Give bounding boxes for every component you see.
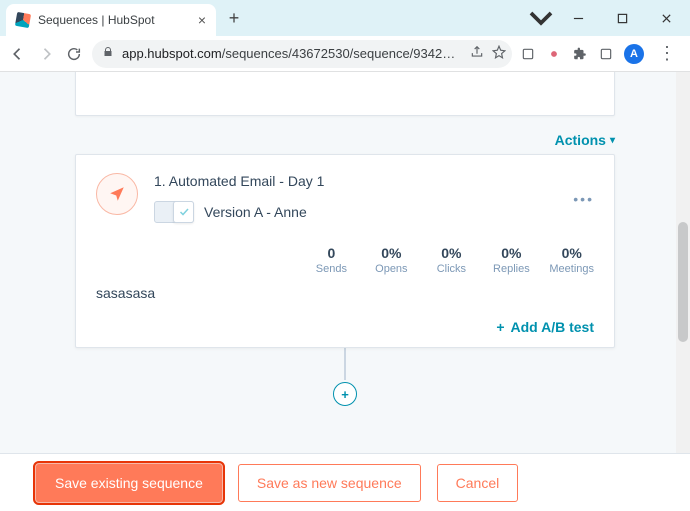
step-connector-line bbox=[344, 348, 346, 366]
maximize-button[interactable] bbox=[600, 4, 644, 32]
version-toggle[interactable] bbox=[154, 201, 194, 223]
save-as-new-sequence-button[interactable]: Save as new sequence bbox=[238, 464, 421, 502]
page-content: Actions ▾ 1. Automated Email - Day 1 Ver bbox=[0, 72, 690, 511]
cancel-button[interactable]: Cancel bbox=[437, 464, 519, 502]
extension-icon-1[interactable] bbox=[520, 46, 536, 62]
previous-step-card[interactable] bbox=[75, 72, 615, 116]
caret-down-icon: ▾ bbox=[610, 135, 615, 146]
extension-icon-3[interactable] bbox=[598, 46, 614, 62]
close-window-button[interactable] bbox=[644, 4, 688, 32]
add-ab-test-label: Add A/B test bbox=[511, 319, 594, 335]
url-field[interactable]: app.hubspot.com/sequences/43672530/seque… bbox=[92, 40, 512, 68]
step-title: 1. Automated Email - Day 1 bbox=[154, 173, 594, 189]
nav-back-button[interactable] bbox=[8, 44, 28, 64]
footer-bar: Save existing sequence Save as new seque… bbox=[0, 453, 690, 511]
add-step-button[interactable]: + bbox=[333, 382, 357, 406]
bookmark-star-icon[interactable] bbox=[492, 45, 506, 62]
browser-addressbar: app.hubspot.com/sequences/43672530/seque… bbox=[0, 36, 690, 72]
add-ab-test-button[interactable]: + Add A/B test bbox=[496, 319, 594, 335]
actions-dropdown[interactable]: Actions ▾ bbox=[555, 132, 615, 148]
browser-tab[interactable]: Sequences | HubSpot × bbox=[6, 4, 216, 36]
tab-title: Sequences | HubSpot bbox=[38, 13, 190, 27]
plus-icon: + bbox=[496, 319, 504, 335]
stat-sends: 0Sends bbox=[309, 245, 353, 275]
nav-reload-button[interactable] bbox=[64, 44, 84, 64]
browser-titlebar: Sequences | HubSpot × + bbox=[0, 0, 690, 36]
stats-row: 0Sends 0%Opens 0%Clicks 0%Replies 0%Meet… bbox=[96, 245, 594, 275]
actions-label: Actions bbox=[555, 132, 606, 148]
send-icon bbox=[96, 173, 138, 215]
stat-clicks: 0%Clicks bbox=[429, 245, 473, 275]
url-text: app.hubspot.com/sequences/43672530/seque… bbox=[122, 46, 462, 61]
sequence-step-card: 1. Automated Email - Day 1 Version A - A… bbox=[75, 154, 615, 348]
vertical-scrollbar[interactable] bbox=[676, 72, 690, 453]
scrollbar-thumb[interactable] bbox=[678, 222, 688, 342]
browser-menu-icon[interactable]: ⋮ bbox=[654, 43, 680, 64]
chevron-down-icon[interactable] bbox=[526, 4, 556, 32]
version-label: Version A - Anne bbox=[204, 204, 307, 220]
extensions-puzzle-icon[interactable] bbox=[572, 46, 588, 62]
nav-forward-button[interactable] bbox=[36, 44, 56, 64]
window-controls bbox=[526, 0, 688, 36]
stat-opens: 0%Opens bbox=[369, 245, 413, 275]
email-body-preview: sasasasa bbox=[96, 285, 594, 301]
minimize-button[interactable] bbox=[556, 4, 600, 32]
save-existing-sequence-button[interactable]: Save existing sequence bbox=[36, 464, 222, 502]
new-tab-button[interactable]: + bbox=[220, 4, 248, 32]
close-tab-icon[interactable]: × bbox=[198, 13, 206, 27]
extension-icon-2[interactable] bbox=[546, 46, 562, 62]
step-connector-line bbox=[344, 366, 346, 380]
hubspot-favicon bbox=[16, 13, 30, 27]
lock-icon bbox=[102, 46, 114, 61]
stat-replies: 0%Replies bbox=[489, 245, 533, 275]
share-icon[interactable] bbox=[470, 45, 484, 62]
card-overflow-menu[interactable]: ••• bbox=[573, 191, 594, 207]
profile-avatar[interactable]: A bbox=[624, 44, 644, 64]
stat-meetings: 0%Meetings bbox=[549, 245, 594, 275]
